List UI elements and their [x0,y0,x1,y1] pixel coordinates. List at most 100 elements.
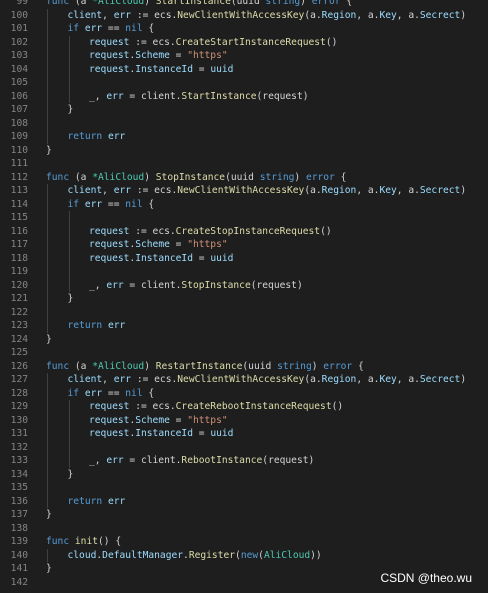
code-token: ) [460,185,467,196]
code-line[interactable]: 101 if err == nil { [0,22,488,36]
code-line[interactable]: 120 _, err = client.StopInstance(request) [0,278,488,292]
code-token: ) [311,360,324,372]
code-token: err [107,320,126,331]
code-line[interactable]: 129 request := ecs.CreateRebootInstanceRe… [0,400,488,414]
code-token: string [277,360,312,372]
code-token: } [46,144,52,156]
code-line[interactable]: 117 request.Scheme = "https" [0,238,488,252]
code-line[interactable]: 111 [0,157,488,171]
code-line[interactable]: 124} [0,333,488,347]
code-line[interactable]: 119 [0,265,488,279]
indent-guide [47,197,48,211]
line-number: 134 [10,468,28,480]
code-line[interactable]: 130 request.Scheme = "https" [0,413,488,427]
code-line[interactable]: 125 [0,346,488,360]
code-text: request.InstanceId = uuid [89,252,233,266]
code-line[interactable]: 99 func (a *AliCloud) StartInstance(uuid … [0,0,488,9]
code-line[interactable]: 134} [0,467,488,482]
code-token: } [67,468,74,480]
line-number: 115 [10,212,28,223]
indent-guide [47,467,48,481]
code-token: AliCloud [263,549,311,561]
code-token: ) [460,9,467,21]
code-token: { [142,387,155,399]
code-line[interactable]: 128 if err == nil { [0,386,488,400]
code-line[interactable]: 115 [0,211,488,225]
code-token: , [102,9,114,21]
line-number: 142 [10,576,28,588]
indent-guide [68,224,70,238]
code-token: StopInstance [155,171,226,183]
code-token: := ecs. [129,36,176,48]
indent-guide [68,62,70,76]
code-line[interactable]: 116 request := ecs.CreateStopInstanceRequ… [0,224,488,238]
code-token: CreateRebootInstanceRequest [175,401,332,412]
code-text: request.InstanceId = uuid [89,427,233,441]
code-line[interactable]: 138 [0,522,488,536]
code-line[interactable]: 102 request := ecs.CreateStartInstanceReq… [0,35,488,49]
indent-guide [47,89,48,103]
code-token: () [331,401,344,412]
code-token: *AliCloud [92,360,145,372]
code-line[interactable]: 137} [0,508,488,522]
code-token: = [192,63,211,75]
indent-guide [47,305,48,319]
code-line[interactable]: 140 cloud.DefaultManager.Register(new(Ali… [0,548,488,562]
code-token: InstanceId [135,63,193,75]
line-number: 128 [10,387,28,399]
code-token: if [67,387,85,399]
code-line[interactable]: 114 if err == nil { [0,197,488,211]
code-token: func [46,536,75,547]
code-line[interactable]: 133 _, err = client.RebootInstance(reques… [0,454,488,468]
code-token: request [89,428,130,439]
code-line[interactable]: 135 [0,481,488,495]
line-number: 111 [10,158,28,169]
line-number: 131 [10,428,28,439]
code-line[interactable]: 112 func (a *AliCloud) StopInstance(uuid … [0,171,488,185]
code-line[interactable]: 103 request.Scheme = "https" [0,49,488,63]
code-token: *AliCloud [92,0,145,7]
code-line[interactable]: 132 [0,440,488,454]
code-line[interactable]: 109 return err [0,130,488,144]
code-token: Secrect [419,185,461,196]
code-token: error [311,0,341,7]
code-token: string [265,0,301,7]
code-text: } [68,468,74,482]
code-token: NewClientWithAccessKey [177,185,305,196]
code-line[interactable]: 136 return err [0,494,488,509]
code-line[interactable]: 113 client, err := ecs.NewClientWithAcces… [0,184,488,198]
code-text: return err [68,495,126,509]
code-line[interactable]: 122 [0,305,488,319]
code-line[interactable]: 110} [0,144,488,158]
indent-guide [47,130,48,144]
line-number: 132 [10,441,28,453]
code-token: err [84,23,103,34]
code-line[interactable]: 107} [0,103,488,117]
indent-guide [68,454,70,468]
code-line[interactable]: 104 request.InstanceId = uuid [0,62,488,76]
code-line[interactable]: 100 client, err := ecs.NewClientWithAcces… [0,8,488,22]
code-token: string [259,171,295,183]
indent-guide [47,427,48,441]
code-line[interactable]: 123 return err [0,319,488,333]
code-line[interactable]: 106 _, err = client.StartInstance(request… [0,89,488,103]
indent-guide [47,211,48,225]
code-line[interactable]: 126 func (a *AliCloud) RestartInstance(uu… [0,360,488,374]
indent-guide [68,35,70,49]
line-number: 118 [10,252,28,264]
indent-guide [47,548,48,562]
code-line[interactable]: 118 request.InstanceId = uuid [0,251,488,266]
code-line[interactable]: 105 [0,76,488,90]
code-text: return err [68,130,126,144]
code-token: _, [89,455,107,466]
code-line[interactable]: 127 client, err := ecs.NewClientWithAcces… [0,373,488,387]
code-token: request [89,36,130,48]
code-line[interactable]: 139 func init() { [0,535,488,549]
indent-guide [47,103,48,117]
code-editor[interactable]: 99 func (a *AliCloud) StartInstance(uuid … [0,0,488,593]
code-line[interactable]: 108 [0,116,488,130]
code-line[interactable]: 131 request.InstanceId = uuid [0,427,488,441]
code-line[interactable]: 121} [0,292,488,306]
indent-guide [47,440,48,454]
code-token: (request) [262,455,315,466]
